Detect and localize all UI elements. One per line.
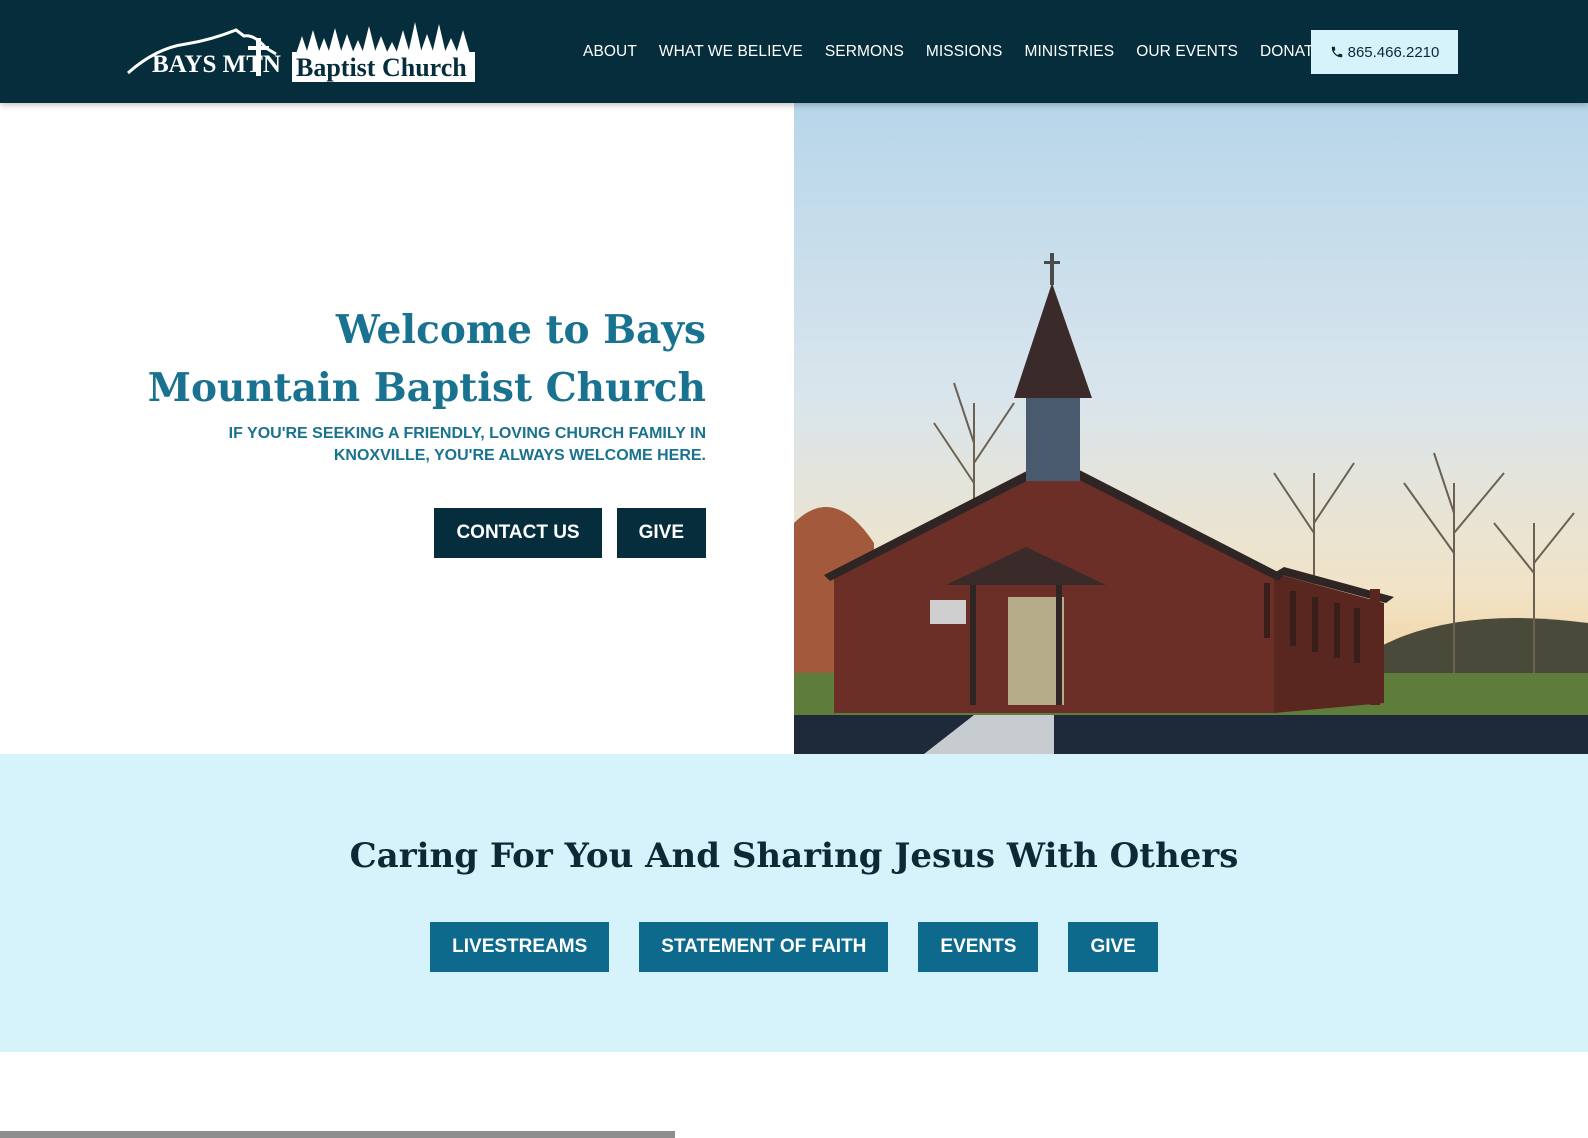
contact-us-button[interactable]: CONTACT US	[434, 508, 602, 558]
statement-of-faith-button[interactable]: STATEMENT OF FAITH	[639, 922, 889, 972]
hero-title: Welcome to Bays Mountain Baptist Church	[146, 301, 706, 417]
livestreams-button[interactable]: LIVESTREAMS	[430, 922, 610, 972]
band-title: Caring For You And Sharing Jesus With Ot…	[349, 836, 1239, 876]
nav-missions[interactable]: MISSIONS	[926, 43, 1003, 61]
nav-ministries[interactable]: MINISTRIES	[1024, 43, 1114, 61]
hero-subtitle-line1: IF YOU'RE SEEKING A FRIENDLY, LOVING CHU…	[228, 425, 706, 442]
nav-our-events[interactable]: OUR EVENTS	[1136, 43, 1238, 61]
church-illustration	[794, 103, 1588, 754]
hero-buttons: CONTACT US GIVE	[434, 508, 706, 558]
svg-text:BAYS MTN: BAYS MTN	[152, 51, 281, 78]
main-nav: ABOUT WHAT WE BELIEVE SERMONS MISSIONS M…	[583, 40, 1346, 64]
band-give-button[interactable]: GIVE	[1068, 922, 1158, 972]
phone-button[interactable]: 865.466.2210	[1311, 30, 1458, 74]
hero-give-button[interactable]: GIVE	[616, 508, 706, 558]
svg-text:Baptist Church: Baptist Church	[296, 53, 467, 82]
nav-sermons[interactable]: SERMONS	[825, 43, 904, 61]
hero-text-panel: Welcome to Bays Mountain Baptist Church …	[0, 103, 794, 754]
logo-graphic: BAYS MTN Baptist Church	[127, 22, 475, 82]
hero-subtitle: IF YOU'RE SEEKING A FRIENDLY, LOVING CHU…	[186, 423, 706, 467]
hero-subtitle-line2: KNOXVILLE, YOU'RE ALWAYS WELCOME HERE.	[333, 447, 706, 464]
mission-band: Caring For You And Sharing Jesus With Ot…	[0, 754, 1588, 1052]
band-buttons: LIVESTREAMS STATEMENT OF FAITH EVENTS GI…	[0, 922, 1588, 972]
nav-about[interactable]: ABOUT	[583, 43, 637, 61]
site-header: BAYS MTN Baptist Church ABOUT WHAT WE BE…	[0, 0, 1588, 103]
hero-title-line1: Welcome to Bays	[335, 307, 706, 353]
church-photo	[794, 103, 1588, 754]
events-button[interactable]: EVENTS	[918, 922, 1039, 972]
nav-what-we-believe[interactable]: WHAT WE BELIEVE	[659, 43, 803, 61]
hero-title-line2: Mountain Baptist Church	[147, 365, 706, 411]
phone-number: 865.466.2210	[1347, 43, 1440, 61]
phone-icon	[1331, 46, 1342, 58]
church-logo[interactable]: BAYS MTN Baptist Church	[126, 18, 476, 84]
next-section-image-edge	[0, 1131, 675, 1138]
